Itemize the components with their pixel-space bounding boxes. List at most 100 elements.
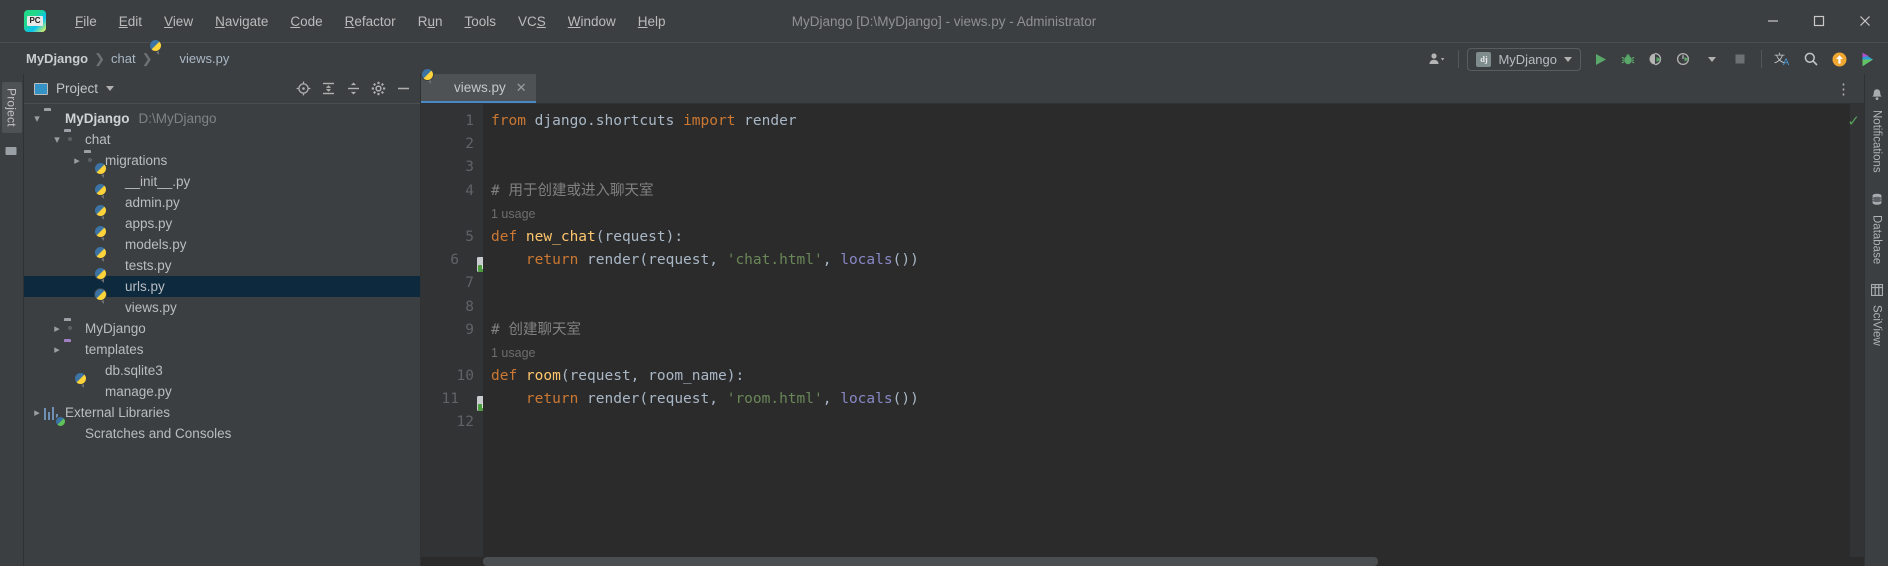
close-icon[interactable]: ✕ bbox=[516, 80, 527, 96]
breadcrumb-item-chat[interactable]: chat bbox=[107, 49, 140, 68]
close-button[interactable] bbox=[1842, 0, 1888, 42]
svg-text:A: A bbox=[1783, 58, 1790, 67]
code-line[interactable]: return render(request, 'chat.html', loca… bbox=[483, 249, 1850, 272]
gutter-inlay-row[interactable] bbox=[421, 203, 483, 226]
menu-refactor[interactable]: Refactor bbox=[334, 10, 407, 33]
maximize-button[interactable] bbox=[1796, 0, 1842, 42]
menu-window[interactable]: Window bbox=[557, 10, 627, 33]
tree-node-manage-py[interactable]: manage.py bbox=[24, 381, 420, 402]
code-line[interactable]: def room(request, room_name): bbox=[483, 365, 1850, 388]
code-text-area[interactable]: from django.shortcuts import render # 用于… bbox=[483, 104, 1850, 566]
chevron-right-icon[interactable] bbox=[70, 154, 84, 167]
tree-node-external-libraries[interactable]: External Libraries bbox=[24, 402, 420, 423]
tool-window-sciview-tab[interactable]: SciView bbox=[1869, 280, 1885, 350]
chevron-down-icon[interactable] bbox=[30, 112, 44, 125]
horizontal-scrollbar[interactable] bbox=[421, 557, 1864, 566]
usage-inlay-hint[interactable]: 1 usage bbox=[491, 207, 535, 221]
menu-vcs[interactable]: VCS bbox=[507, 10, 557, 33]
code-line[interactable]: from django.shortcuts import render bbox=[483, 110, 1850, 133]
menu-edit[interactable]: Edit bbox=[108, 10, 153, 33]
code-line[interactable] bbox=[483, 156, 1850, 179]
structure-icon[interactable] bbox=[5, 145, 18, 161]
tree-node-apps-py[interactable]: apps.py bbox=[24, 213, 420, 234]
stop-icon[interactable] bbox=[1727, 46, 1753, 72]
gutter-line-number[interactable]: 11 bbox=[421, 388, 494, 412]
settings-icon[interactable] bbox=[367, 78, 389, 100]
marker-column[interactable]: ✓ bbox=[1847, 104, 1864, 566]
editor-tab-views-py[interactable]: views.py ✕ bbox=[421, 74, 536, 103]
code-editor[interactable]: 123456789101112 from django.shortcuts im… bbox=[421, 104, 1864, 566]
tool-window-project-tab[interactable]: Project bbox=[1, 82, 22, 133]
gutter-line-number[interactable]: 2 bbox=[421, 133, 483, 156]
chevron-down-icon[interactable] bbox=[106, 86, 115, 91]
tree-node-admin-py[interactable]: admin.py bbox=[24, 192, 420, 213]
gutter-line-number[interactable]: 10 bbox=[421, 365, 494, 388]
menu-tools[interactable]: Tools bbox=[453, 10, 507, 33]
tool-window-database-tab[interactable]: Database bbox=[1869, 189, 1885, 268]
search-everywhere-icon[interactable] bbox=[1798, 46, 1824, 72]
tree-node-urls-py[interactable]: urls.py bbox=[24, 276, 420, 297]
gutter-inlay-row[interactable] bbox=[421, 342, 483, 365]
tree-node-migrations[interactable]: migrations bbox=[24, 150, 420, 171]
run-with-coverage-icon[interactable] bbox=[1643, 46, 1669, 72]
editor-gutter[interactable]: 123456789101112 bbox=[421, 104, 494, 566]
minimize-button[interactable] bbox=[1750, 0, 1796, 42]
code-line[interactable] bbox=[483, 133, 1850, 156]
ide-features-trainer-icon[interactable] bbox=[1854, 46, 1880, 72]
code-line[interactable] bbox=[483, 296, 1850, 319]
menu-code[interactable]: Code bbox=[279, 10, 333, 33]
chevron-right-icon[interactable] bbox=[50, 343, 64, 356]
tree-node-mydjango[interactable]: MyDjango D:\MyDjango bbox=[24, 108, 420, 129]
debug-icon[interactable] bbox=[1615, 46, 1641, 72]
tree-node-templates[interactable]: templates bbox=[24, 339, 420, 360]
tree-node-views-py[interactable]: views.py bbox=[24, 297, 420, 318]
chevron-right-icon[interactable] bbox=[50, 322, 64, 335]
gutter-line-number[interactable]: 1 bbox=[421, 110, 483, 133]
gutter-line-number[interactable]: 12 bbox=[421, 411, 483, 434]
code-inlay-hint[interactable]: 1 usage bbox=[483, 203, 1850, 226]
menu-file[interactable]: File bbox=[64, 10, 108, 33]
collapse-all-icon[interactable] bbox=[342, 78, 364, 100]
menu-help[interactable]: Help bbox=[627, 10, 677, 33]
tree-node-models-py[interactable]: models.py bbox=[24, 234, 420, 255]
expand-all-icon[interactable] bbox=[317, 78, 339, 100]
run-configuration-selector[interactable]: dj MyDjango bbox=[1467, 47, 1581, 71]
chevron-down-icon[interactable] bbox=[1699, 46, 1725, 72]
gutter-line-number[interactable]: 8 bbox=[421, 296, 483, 319]
chevron-down-icon[interactable] bbox=[50, 133, 64, 146]
gutter-line-number[interactable]: 9 bbox=[421, 319, 483, 342]
gutter-line-number[interactable]: 5 bbox=[421, 226, 494, 249]
menu-view[interactable]: View bbox=[153, 10, 204, 33]
gutter-line-number[interactable]: 3 bbox=[421, 156, 483, 179]
code-inlay-hint[interactable]: 1 usage bbox=[483, 342, 1850, 365]
breadcrumb-item-file[interactable]: views.py bbox=[155, 49, 234, 69]
menu-run[interactable]: Run bbox=[407, 10, 454, 33]
tree-node-tests-py[interactable]: tests.py bbox=[24, 255, 420, 276]
update-project-icon[interactable] bbox=[1826, 46, 1852, 72]
more-options-icon[interactable]: ⋮ bbox=[1828, 80, 1860, 98]
hide-icon[interactable] bbox=[392, 78, 414, 100]
code-line[interactable] bbox=[483, 272, 1850, 295]
select-opened-file-icon[interactable] bbox=[292, 78, 314, 100]
code-line[interactable] bbox=[483, 411, 1850, 434]
tree-node-scratches-and-consoles[interactable]: Scratches and Consoles bbox=[24, 423, 420, 444]
run-icon[interactable] bbox=[1587, 46, 1613, 72]
tree-node--init-py[interactable]: __init__.py bbox=[24, 171, 420, 192]
user-account-icon[interactable] bbox=[1424, 46, 1450, 72]
usage-inlay-hint[interactable]: 1 usage bbox=[491, 346, 535, 360]
gutter-line-number[interactable]: 6 bbox=[421, 249, 494, 273]
tree-node-mydjango[interactable]: MyDjango bbox=[24, 318, 420, 339]
gutter-line-number[interactable]: 7 bbox=[421, 272, 483, 295]
tool-window-notifications-tab[interactable]: Notifications bbox=[1869, 84, 1885, 177]
code-line[interactable]: def new_chat(request): bbox=[483, 226, 1850, 249]
code-line[interactable]: # 创建聊天室 bbox=[483, 319, 1850, 342]
translate-icon[interactable]: 文 A bbox=[1770, 46, 1796, 72]
profile-icon[interactable] bbox=[1671, 46, 1697, 72]
breadcrumb-item-project[interactable]: MyDjango bbox=[22, 49, 92, 68]
code-line[interactable]: # 用于创建或进入聊天室 bbox=[483, 180, 1850, 203]
chevron-right-icon[interactable] bbox=[30, 406, 44, 419]
code-line[interactable]: return render(request, 'room.html', loca… bbox=[483, 388, 1850, 411]
menu-navigate[interactable]: Navigate bbox=[204, 10, 279, 33]
tree-node-chat[interactable]: chat bbox=[24, 129, 420, 150]
gutter-line-number[interactable]: 4 bbox=[421, 180, 483, 203]
